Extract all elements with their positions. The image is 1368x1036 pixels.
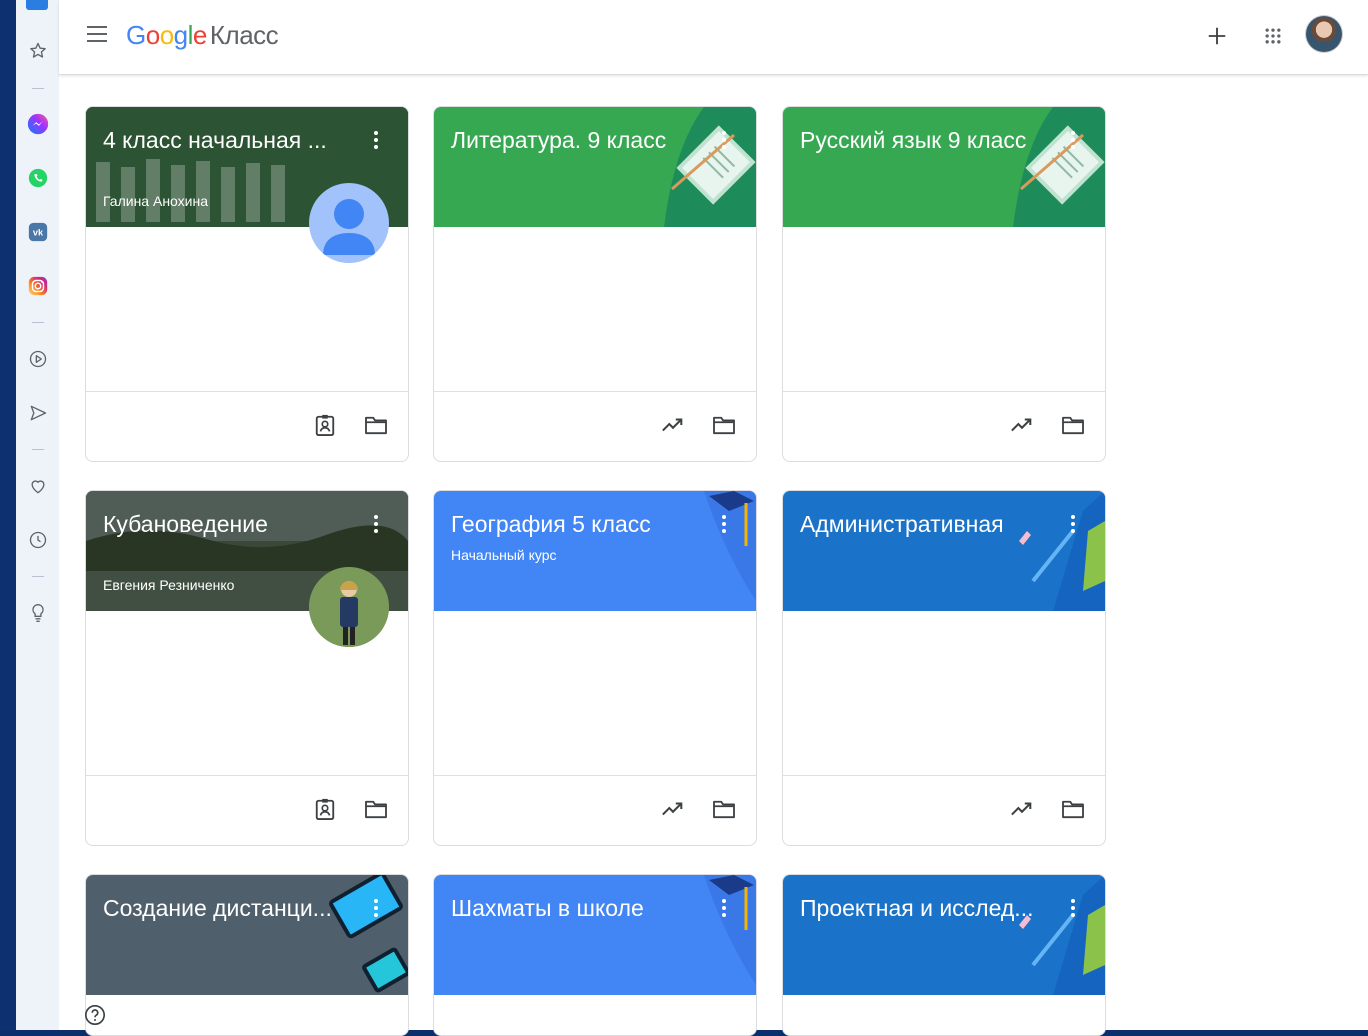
more-vert-icon[interactable] [1069,131,1077,153]
tablet-illustration [329,875,408,993]
card-header[interactable]: Создание дистанци... [86,875,408,995]
book-illustration [664,107,756,227]
class-card[interactable]: Литература. 9 класс [433,106,757,462]
assignment-icon[interactable] [310,410,340,440]
card-footer [783,391,1105,461]
google-wordmark: Google [126,20,207,50]
browser-sidebar: vk [16,0,59,1030]
heart-icon[interactable] [27,475,49,497]
classroom-main: Google Класс 4 класс начальная ... Галин… [59,0,1368,1036]
class-title[interactable]: Проектная и исслед... [800,895,1033,922]
class-title[interactable]: 4 класс начальная ... [103,127,327,154]
more-vert-icon[interactable] [372,899,380,921]
star-icon[interactable] [27,40,49,62]
pen-illustration [1019,875,1105,995]
more-vert-icon[interactable] [720,131,728,153]
apps-grid-icon [1265,28,1281,44]
folder-icon[interactable] [709,410,739,440]
class-card[interactable]: Административная [782,490,1106,846]
class-title[interactable]: Административная [800,511,1004,538]
class-title[interactable]: Шахматы в школе [451,895,644,922]
class-title[interactable]: Русский язык 9 класс [800,127,1026,154]
instagram-icon[interactable] [27,275,49,297]
more-vert-icon[interactable] [1069,899,1077,921]
more-vert-icon[interactable] [372,515,380,537]
card-header[interactable]: Административная [783,491,1105,611]
svg-text:vk: vk [33,228,44,238]
menu-icon[interactable] [87,26,107,42]
clock-icon[interactable] [27,529,49,551]
class-card[interactable]: Русский язык 9 класс [782,106,1106,462]
card-footer [86,391,408,461]
book-illustration [1013,107,1105,227]
sidebar-divider [32,576,44,577]
card-footer [434,775,756,845]
product-name: Класс [209,20,279,50]
messenger-icon[interactable] [27,113,49,135]
card-header[interactable]: Русский язык 9 класс [783,107,1105,227]
class-card[interactable]: Шахматы в школе [433,874,757,1036]
folder-icon[interactable] [1058,410,1088,440]
sidebar-divider [32,88,44,89]
account-avatar[interactable] [1306,16,1342,52]
more-vert-icon[interactable] [1069,515,1077,537]
folder-icon[interactable] [361,410,391,440]
trending-icon[interactable] [658,410,688,440]
trending-icon[interactable] [1007,410,1037,440]
more-vert-icon[interactable] [372,131,380,153]
card-header[interactable]: Проектная и исслед... [783,875,1105,995]
card-footer [434,391,756,461]
card-footer [86,775,408,845]
assignment-icon[interactable] [310,794,340,824]
class-card[interactable]: Кубановедение Евгения Резниченко [85,490,409,846]
card-header[interactable]: Литература. 9 класс [434,107,756,227]
class-title[interactable]: Создание дистанци... [103,895,332,922]
folder-icon[interactable] [1058,794,1088,824]
teacher-avatar [309,183,389,263]
more-vert-icon[interactable] [720,899,728,921]
send-icon[interactable] [27,402,49,424]
play-circle-icon[interactable] [27,348,49,370]
apps-button[interactable] [1257,20,1289,52]
trending-icon[interactable] [1007,794,1037,824]
teacher-name: Евгения Резниченко [103,577,235,593]
help-icon[interactable] [84,1004,106,1026]
class-title[interactable]: Кубановедение [103,511,268,538]
sidebar-divider [32,449,44,450]
teacher-name: Галина Анохина [103,193,209,209]
class-card[interactable]: Создание дистанци... [85,874,409,1036]
class-title[interactable]: География 5 класс [451,511,651,538]
lightbulb-icon[interactable] [27,602,49,624]
whatsapp-icon[interactable] [27,167,49,189]
folder-icon[interactable] [361,794,391,824]
sidebar-top-button[interactable] [26,0,48,10]
class-title[interactable]: Литература. 9 класс [451,127,666,154]
app-logo[interactable]: Google Класс [126,20,279,51]
class-card[interactable]: География 5 класс Начальный курс [433,490,757,846]
folder-icon[interactable] [709,794,739,824]
vk-icon[interactable]: vk [27,221,49,243]
app-header: Google Класс [59,0,1368,75]
card-header[interactable]: География 5 класс Начальный курс [434,491,756,611]
teacher-avatar [309,567,389,647]
sidebar-divider [32,322,44,323]
graduation-cap-illustration [704,875,756,985]
trending-icon[interactable] [658,794,688,824]
class-card[interactable]: Проектная и исслед... [782,874,1106,1036]
class-section: Начальный курс [451,547,557,563]
more-vert-icon[interactable] [720,515,728,537]
class-card[interactable]: 4 класс начальная ... Галина Анохина [85,106,409,462]
card-footer [783,775,1105,845]
add-class-button[interactable] [1201,20,1233,52]
os-taskbar [0,0,16,1030]
pen-illustration [1019,491,1105,611]
plus-icon [1208,27,1226,45]
card-header[interactable]: Шахматы в школе [434,875,756,995]
